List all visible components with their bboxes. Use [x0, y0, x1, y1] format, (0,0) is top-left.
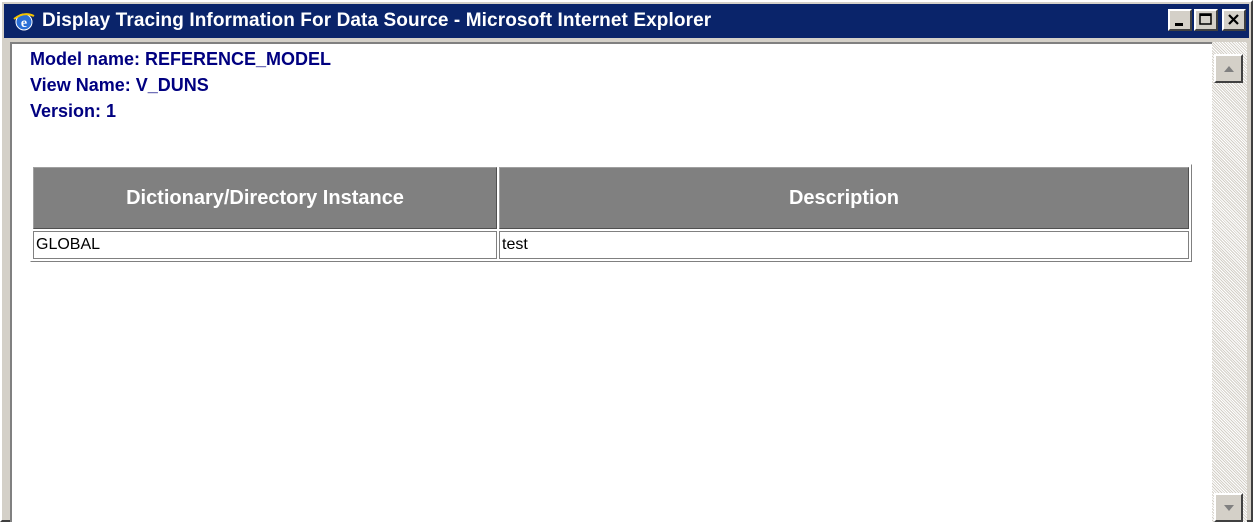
minimize-icon: [1175, 23, 1183, 26]
maximize-icon: [1199, 13, 1212, 25]
trace-table: Dictionary/Directory Instance Descriptio…: [30, 164, 1192, 262]
svg-text:e: e: [21, 16, 27, 31]
scroll-up-button[interactable]: [1214, 54, 1243, 83]
close-button[interactable]: [1222, 9, 1246, 31]
internet-explorer-icon: e: [12, 9, 36, 33]
window-controls: [1166, 9, 1246, 31]
maximize-button[interactable]: [1194, 9, 1218, 31]
table-row: GLOBAL test: [33, 231, 1189, 259]
model-info: Model name: REFERENCE_MODEL View Name: V…: [30, 46, 331, 124]
cell-instance: GLOBAL: [33, 231, 497, 259]
vertical-scrollbar[interactable]: [1212, 42, 1247, 522]
window-title: Display Tracing Information For Data Sou…: [42, 10, 712, 31]
table-header-row: Dictionary/Directory Instance Descriptio…: [33, 167, 1189, 229]
view-name-label: View Name: V_DUNS: [30, 75, 209, 95]
minimize-button[interactable]: [1168, 9, 1192, 31]
scroll-down-button[interactable]: [1214, 493, 1243, 522]
column-header-description: Description: [499, 167, 1189, 229]
version-label: Version: 1: [30, 101, 117, 121]
arrow-down-icon: [1223, 504, 1234, 511]
column-header-instance: Dictionary/Directory Instance: [33, 167, 497, 229]
cell-description: test: [499, 231, 1189, 259]
browser-window: e Display Tracing Information For Data S…: [0, 0, 1253, 522]
model-name-label: Model name: REFERENCE_MODEL: [30, 49, 332, 69]
close-icon: [1228, 14, 1239, 25]
arrow-up-icon: [1223, 65, 1234, 72]
title-bar[interactable]: e Display Tracing Information For Data S…: [4, 4, 1249, 38]
